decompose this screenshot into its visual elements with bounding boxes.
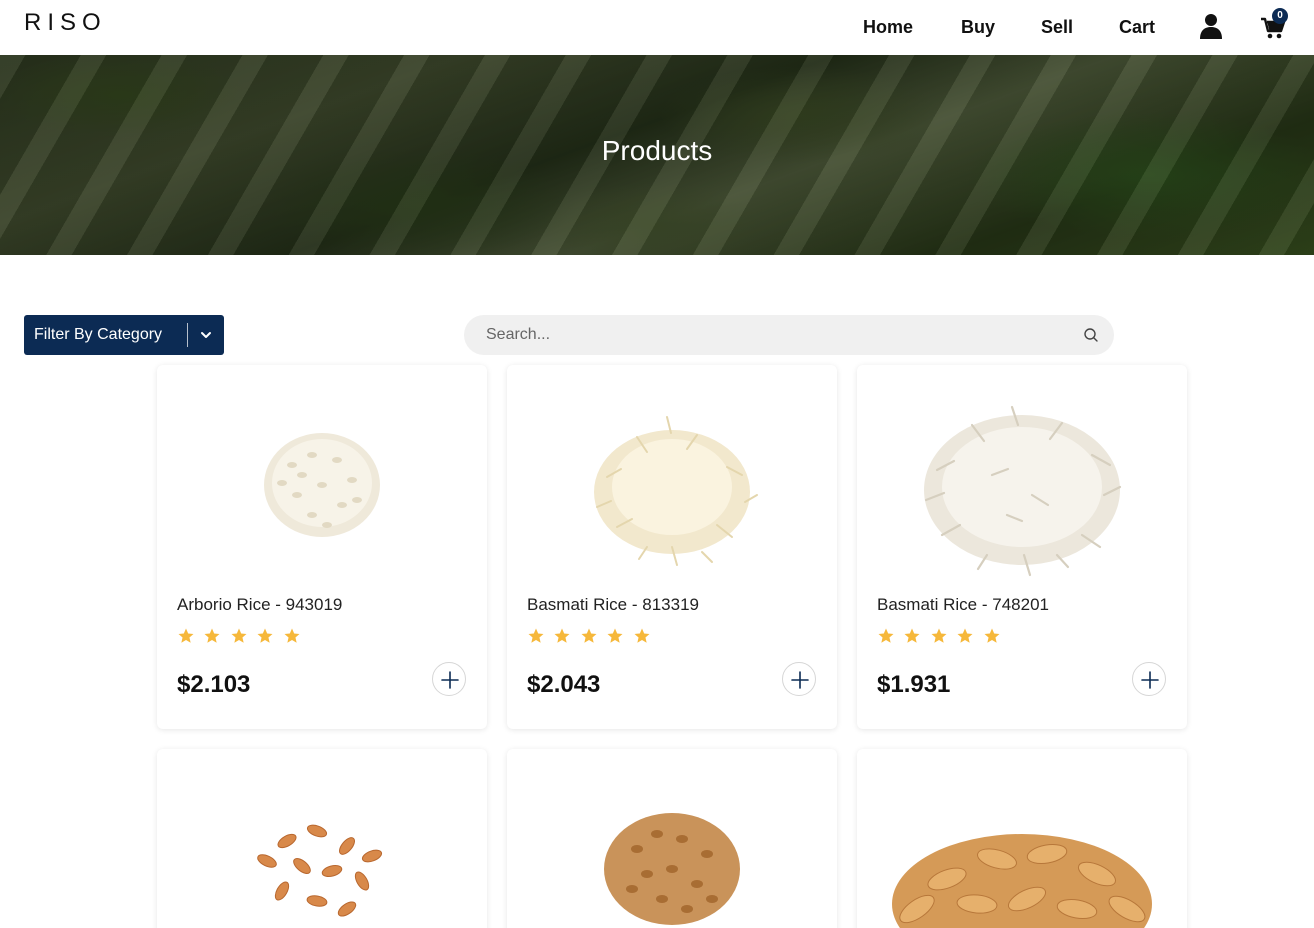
product-price: $2.103	[177, 671, 251, 698]
search-icon[interactable]	[1083, 327, 1099, 343]
star-icon	[231, 628, 247, 643]
product-card[interactable]: Basmati Rice - 813319 $2.043	[507, 365, 837, 729]
nav-sell-link[interactable]: Sell	[1041, 17, 1073, 38]
star-icon	[984, 628, 1000, 643]
star-icon	[607, 628, 623, 643]
star-icon	[878, 628, 894, 643]
user-icon[interactable]	[1199, 13, 1223, 39]
add-to-cart-button[interactable]	[782, 662, 816, 696]
wheat-grain-image	[257, 824, 383, 917]
add-to-cart-button[interactable]	[1132, 662, 1166, 696]
star-icon	[178, 628, 194, 643]
plus-icon	[791, 671, 809, 689]
nav-home-link[interactable]: Home	[863, 17, 913, 38]
star-icon	[957, 628, 973, 643]
nav-cart-link[interactable]: Cart	[1119, 17, 1155, 38]
star-icon	[931, 628, 947, 643]
plus-icon	[1141, 671, 1159, 689]
product-name[interactable]: Basmati Rice - 748201	[877, 595, 1049, 615]
arborio-rice-image	[264, 433, 380, 537]
product-name[interactable]: Arborio Rice - 943019	[177, 595, 342, 615]
chevron-down-icon	[201, 332, 211, 338]
product-rating	[177, 627, 305, 645]
product-card[interactable]: Basmati Rice - 748201 $1.931	[857, 365, 1187, 729]
filter-label: Filter By Category	[34, 326, 163, 343]
star-icon	[904, 628, 920, 643]
product-price: $2.043	[527, 671, 601, 698]
nav-buy-link[interactable]: Buy	[961, 17, 995, 38]
site-header: RISO Home Buy Sell Cart 0	[0, 0, 1314, 55]
star-icon	[581, 628, 597, 643]
cart-count-badge: 0	[1272, 8, 1288, 24]
star-icon	[204, 628, 220, 643]
product-card[interactable]	[157, 749, 487, 928]
basmati-rice-image	[594, 416, 758, 566]
hero-banner: Products	[0, 55, 1314, 255]
product-price: $1.931	[877, 671, 951, 698]
product-card[interactable]	[857, 749, 1187, 928]
star-icon	[528, 628, 544, 643]
product-rating	[527, 627, 655, 645]
product-rating	[877, 627, 1005, 645]
product-name[interactable]: Basmati Rice - 813319	[527, 595, 699, 615]
star-icon	[634, 628, 650, 643]
add-to-cart-button[interactable]	[432, 662, 466, 696]
search-bar	[464, 315, 1114, 355]
product-card[interactable]: Arborio Rice - 943019 $2.103	[157, 365, 487, 729]
star-icon	[554, 628, 570, 643]
kamut-grain-image	[892, 834, 1152, 928]
basmati-rice-image	[924, 405, 1122, 577]
filter-divider	[187, 323, 188, 347]
plus-icon	[441, 671, 459, 689]
page-title: Products	[601, 135, 713, 166]
filter-by-category-dropdown[interactable]: Filter By Category	[24, 315, 224, 355]
search-input[interactable]	[486, 315, 1066, 355]
star-icon	[257, 628, 273, 643]
star-icon	[284, 628, 300, 643]
product-card[interactable]	[507, 749, 837, 928]
wheat-grain-image	[604, 813, 740, 925]
brand-logo[interactable]: RISO	[24, 9, 107, 37]
